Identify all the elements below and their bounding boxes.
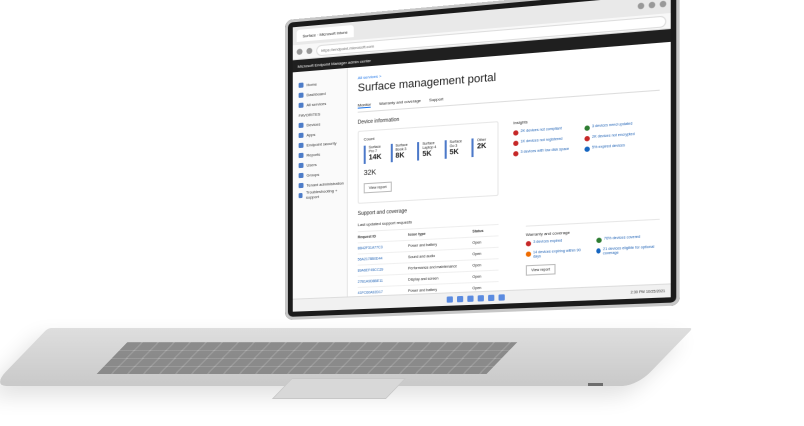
- kpi-surface-pro: Surface Pro 7 14K: [363, 144, 384, 164]
- task-view-icon[interactable]: [467, 295, 474, 302]
- alert-icon: [513, 130, 519, 136]
- window-controls: [637, 0, 667, 10]
- alert-icon: [513, 140, 519, 147]
- support-table: Request ID Issue type Status 8B42F31A77C…: [357, 223, 499, 300]
- warning-icon: [525, 251, 531, 257]
- insights-panel: Insights 2K devices not compliant 3 devi…: [513, 111, 646, 195]
- portal-content: Home Dashboard All services FAVORITES De…: [292, 41, 671, 312]
- insight-item[interactable]: 2K devices not compliant: [513, 125, 574, 136]
- groups-icon: [298, 172, 304, 178]
- insight-item[interactable]: 3 devices need updated: [584, 120, 646, 131]
- warranty-item[interactable]: 76% devices covered: [596, 234, 659, 244]
- admin-icon: [298, 182, 304, 188]
- tab-support[interactable]: Support: [429, 96, 443, 103]
- laptop-trackpad: [271, 378, 407, 399]
- insight-item[interactable]: 5% expired devices: [584, 142, 646, 153]
- kpi-other: Other 2K: [471, 137, 493, 158]
- devices-icon: [298, 122, 304, 128]
- device-count-card: Count Surface Pro 7 14K Surface Book 3 8K …: [357, 121, 499, 204]
- screen-perspective: Surface · Microsoft Intune https://endpo…: [285, 0, 721, 338]
- display-content: Surface · Microsoft Intune https://endpo…: [292, 0, 671, 312]
- close-icon[interactable]: [659, 0, 667, 8]
- warranty-item[interactable]: 14 devices expiring within 90 days: [525, 248, 588, 259]
- alert-icon: [584, 135, 590, 142]
- browser-tab[interactable]: Surface · Microsoft Intune: [296, 24, 354, 42]
- dashboard-icon: [298, 92, 304, 98]
- services-icon: [298, 102, 304, 108]
- tab-warranty[interactable]: Warranty and coverage: [379, 98, 421, 107]
- users-icon: [298, 162, 304, 168]
- info-icon: [596, 248, 601, 254]
- kpi-surface-go: Surface Go 3 5K: [444, 138, 465, 159]
- laptop-keyboard: [96, 342, 518, 374]
- warranty-item[interactable]: 3 devices expired: [525, 237, 588, 247]
- main-panel: All services > Surface management portal…: [347, 41, 671, 311]
- warranty-list: 3 devices expired 76% devices covered 14…: [525, 234, 660, 259]
- alert-icon: [513, 151, 519, 157]
- reports-icon: [298, 152, 304, 158]
- search-icon[interactable]: [457, 295, 464, 303]
- expired-icon: [525, 241, 532, 247]
- info-icon: [584, 146, 590, 153]
- laptop-device: Surface · Microsoft Intune https://endpo…: [0, 0, 804, 426]
- view-device-report-button[interactable]: View report: [363, 181, 392, 194]
- folder-icon[interactable]: [488, 294, 495, 302]
- warranty-item[interactable]: 21 devices eligible for optional coverag…: [596, 244, 659, 255]
- insight-item[interactable]: 2K devices not encrypted: [584, 131, 646, 142]
- system-clock: 2:30 PM 10/25/2021: [630, 288, 666, 295]
- kpi-row: Surface Pro 7 14K Surface Book 3 8K Surfac…: [363, 137, 493, 164]
- kpi-surface-book: Surface Book 3 8K: [390, 142, 411, 163]
- sidebar-item-troubleshooting[interactable]: Troubleshooting + support: [293, 187, 347, 200]
- covered-icon: [596, 237, 602, 244]
- status-icon: [584, 125, 590, 131]
- refresh-icon[interactable]: [306, 47, 313, 55]
- troubleshooting-icon: [298, 192, 303, 198]
- usb-port: [588, 383, 603, 386]
- sidebar-nav: Home Dashboard All services FAVORITES De…: [292, 67, 348, 312]
- edge-icon[interactable]: [477, 295, 484, 302]
- kpi-surface-laptop: Surface Laptop 4 5K: [417, 140, 438, 161]
- dashboard-grid: Count Surface Pro 7 14K Surface Book 3 8K …: [357, 110, 660, 204]
- back-icon[interactable]: [296, 48, 303, 56]
- laptop-screen: Surface · Microsoft Intune https://endpo…: [285, 0, 680, 321]
- view-warranty-report-button[interactable]: View report: [525, 263, 556, 276]
- shield-icon: [298, 142, 304, 148]
- home-icon: [298, 82, 304, 88]
- insights-list: 2K devices not compliant 3 devices need …: [513, 120, 646, 157]
- device-total: 32K: [363, 169, 377, 178]
- store-icon[interactable]: [498, 294, 505, 301]
- tab-monitor[interactable]: Monitor: [357, 101, 372, 109]
- minimize-icon[interactable]: [637, 2, 645, 10]
- apps-icon: [298, 132, 304, 138]
- maximize-icon[interactable]: [648, 1, 656, 9]
- device-information-section: Device information Count Surface Pro 7 14…: [357, 98, 660, 204]
- insight-item[interactable]: 1K devices not registered: [513, 136, 574, 147]
- insight-item[interactable]: 3 devices with low disk space: [513, 146, 574, 157]
- start-icon[interactable]: [446, 296, 453, 303]
